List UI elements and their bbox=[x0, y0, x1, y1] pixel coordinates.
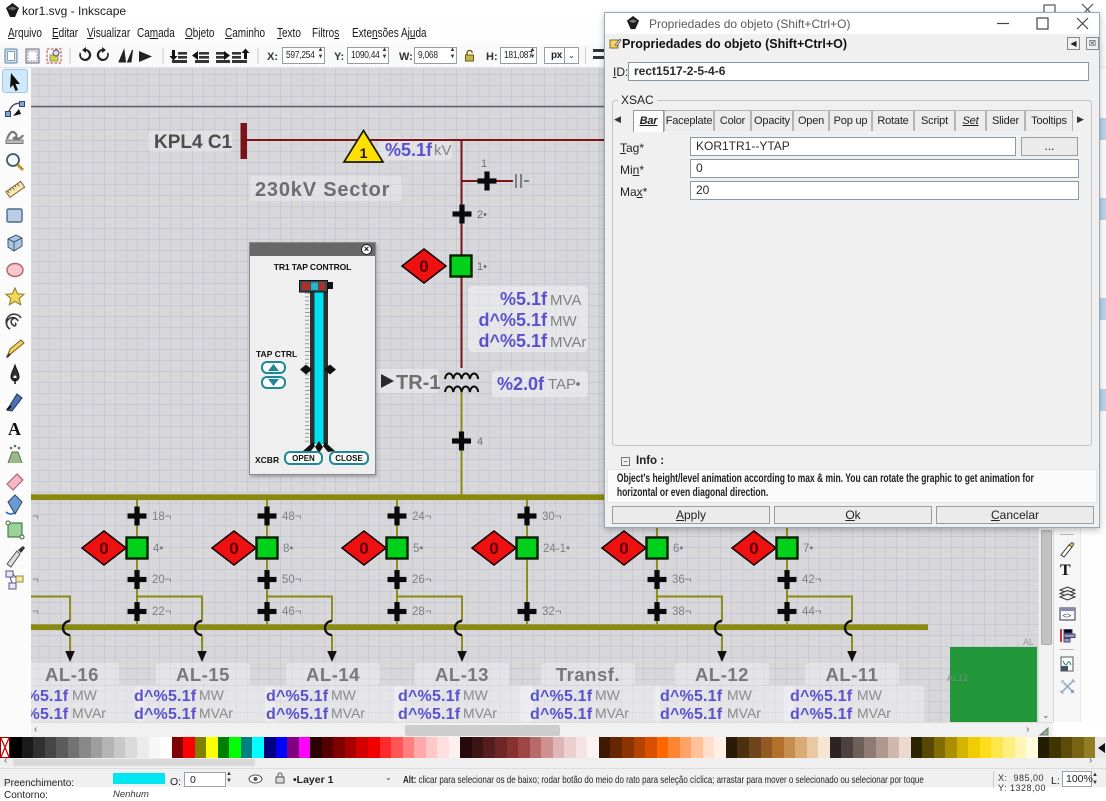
svg-text:24-1•: 24-1• bbox=[543, 543, 570, 555]
svg-text:4: 4 bbox=[477, 436, 483, 448]
svg-text:18¬: 18¬ bbox=[152, 511, 172, 523]
svg-text:d^%5.1f: d^%5.1f bbox=[398, 706, 461, 722]
svg-text:48¬: 48¬ bbox=[282, 511, 302, 523]
svg-text:TR-1: TR-1 bbox=[396, 372, 440, 394]
svg-text:MVAr: MVAr bbox=[199, 705, 233, 721]
svg-text:MW: MW bbox=[463, 687, 489, 703]
svg-text:MVAr: MVAr bbox=[857, 705, 891, 721]
svg-text:AL: AL bbox=[1023, 637, 1034, 647]
svg-text:AL-15: AL-15 bbox=[176, 664, 230, 685]
svg-text:d^%5.1f: d^%5.1f bbox=[530, 688, 593, 705]
svg-text:%5.1f: %5.1f bbox=[500, 289, 548, 309]
svg-text:kV: kV bbox=[434, 142, 452, 159]
svg-text:50¬: 50¬ bbox=[282, 574, 302, 586]
svg-text:2•: 2• bbox=[477, 209, 487, 221]
svg-text:MVAr: MVAr bbox=[331, 705, 365, 721]
svg-text:AL-12: AL-12 bbox=[695, 664, 749, 685]
svg-text:d^%5.1f: d^%5.1f bbox=[478, 310, 548, 330]
svg-text:1: 1 bbox=[360, 145, 368, 161]
svg-text:MW: MW bbox=[199, 687, 225, 703]
svg-text:Transf.: Transf. bbox=[556, 664, 620, 685]
svg-text:MW: MW bbox=[550, 313, 577, 330]
svg-text:<>: <> bbox=[1063, 611, 1072, 620]
svg-text:MVAr: MVAr bbox=[595, 705, 629, 721]
svg-text:d^%5.1f: d^%5.1f bbox=[790, 706, 853, 722]
svg-text:44¬: 44¬ bbox=[802, 606, 822, 618]
svg-text:24¬: 24¬ bbox=[412, 511, 432, 523]
svg-text:MVAr: MVAr bbox=[463, 705, 497, 721]
svg-text:42¬: 42¬ bbox=[802, 574, 822, 586]
svg-text:d^%5.1f: d^%5.1f bbox=[530, 706, 593, 722]
svg-text:MW: MW bbox=[857, 687, 883, 703]
svg-text:1: 1 bbox=[481, 158, 487, 170]
svg-text:d^%5.1f: d^%5.1f bbox=[266, 706, 329, 722]
svg-text:d^%5.1f: d^%5.1f bbox=[266, 688, 329, 705]
svg-text:MVAr: MVAr bbox=[727, 705, 761, 721]
svg-text:MW: MW bbox=[72, 687, 98, 703]
svg-text:AL12: AL12 bbox=[947, 673, 968, 683]
svg-text:MW: MW bbox=[331, 687, 357, 703]
svg-text:d^%5.1f: d^%5.1f bbox=[31, 688, 69, 705]
svg-text:38¬: 38¬ bbox=[672, 606, 692, 618]
svg-text:AL-16: AL-16 bbox=[45, 664, 99, 685]
svg-text:KPL4 C1: KPL4 C1 bbox=[154, 132, 233, 153]
svg-text:d^%5.1f: d^%5.1f bbox=[134, 706, 197, 722]
svg-text:8•: 8• bbox=[283, 543, 293, 555]
svg-text:5•: 5• bbox=[413, 543, 423, 555]
svg-text:AL-14: AL-14 bbox=[306, 664, 360, 685]
svg-text:28¬: 28¬ bbox=[412, 606, 432, 618]
svg-text:32¬: 32¬ bbox=[542, 606, 562, 618]
svg-text:22¬: 22¬ bbox=[152, 606, 172, 618]
svg-text:AL-11: AL-11 bbox=[826, 664, 879, 685]
svg-text:d^%5.1f: d^%5.1f bbox=[478, 331, 548, 351]
svg-text:%5.1f: %5.1f bbox=[385, 140, 433, 160]
svg-text:%2.0f: %2.0f bbox=[497, 374, 545, 394]
svg-text:d^%5.1f: d^%5.1f bbox=[398, 688, 461, 705]
svg-text:MW: MW bbox=[595, 687, 621, 703]
svg-text:MVA: MVA bbox=[550, 292, 581, 309]
svg-text:26¬: 26¬ bbox=[412, 574, 432, 586]
svg-text:6•: 6• bbox=[673, 543, 683, 555]
svg-text:d^%5.1f: d^%5.1f bbox=[31, 706, 69, 722]
svg-text:36¬: 36¬ bbox=[672, 574, 692, 586]
svg-text:30¬: 30¬ bbox=[542, 511, 562, 523]
svg-text:d^%5.1f: d^%5.1f bbox=[134, 688, 197, 705]
svg-text:A: A bbox=[8, 419, 21, 439]
svg-text:AL-13: AL-13 bbox=[435, 664, 489, 685]
svg-text:1•: 1• bbox=[477, 261, 487, 273]
svg-text:d^%5.1f: d^%5.1f bbox=[790, 688, 853, 705]
svg-text:MVAr: MVAr bbox=[72, 705, 106, 721]
svg-text:46¬: 46¬ bbox=[282, 606, 302, 618]
svg-text:230kV Sector: 230kV Sector bbox=[255, 179, 390, 201]
svg-text:d^%5.1f: d^%5.1f bbox=[660, 706, 723, 722]
svg-text:MW: MW bbox=[727, 687, 753, 703]
svg-text:4•: 4• bbox=[153, 543, 163, 555]
svg-text:d^%5.1f: d^%5.1f bbox=[660, 688, 723, 705]
svg-text:7•: 7• bbox=[803, 543, 813, 555]
svg-text:¬: ¬ bbox=[32, 511, 39, 523]
svg-text:¬: ¬ bbox=[32, 574, 39, 586]
svg-text:TAP: TAP bbox=[548, 376, 576, 393]
svg-text:20¬: 20¬ bbox=[152, 574, 172, 586]
svg-text:¬: ¬ bbox=[32, 606, 39, 618]
svg-text:MVAr: MVAr bbox=[550, 334, 586, 351]
